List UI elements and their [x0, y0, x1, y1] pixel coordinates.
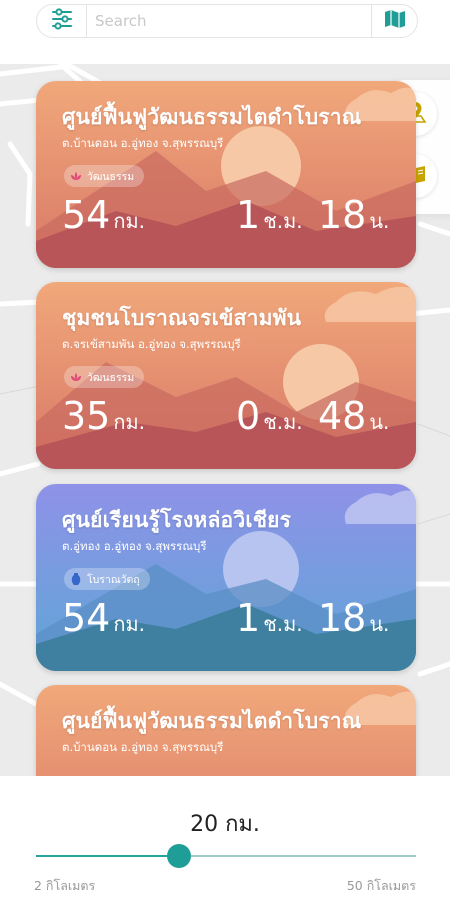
distance-value: 54 กม.	[62, 596, 146, 640]
map-view-button[interactable]	[371, 5, 417, 37]
travel-hours: 1 ช.ม.	[236, 596, 303, 640]
category-badge: โบราณวัตถุ	[64, 568, 150, 590]
slider-max-label: 50 กิโลเมตร	[346, 878, 416, 893]
card-location: ต.บ้านดอน อ.อู่ทอง จ.สุพรรณบุรี	[62, 136, 224, 150]
travel-minutes: 18 น.	[318, 193, 390, 237]
badge-label: วัฒนธรรม	[87, 170, 135, 183]
filter-button[interactable]	[37, 5, 87, 37]
place-card[interactable]: ศูนย์ฟื้นฟูวัฒนธรรมไตดำโบราณ ต.บ้านดอน อ…	[36, 81, 416, 268]
badge-label: โบราณวัตถุ	[87, 573, 140, 586]
badge-label: วัฒนธรรม	[87, 371, 135, 384]
card-location: ต.บ้านดอน อ.อู่ทอง จ.สุพรรณบุรี	[62, 740, 224, 754]
travel-minutes: 18 น.	[318, 596, 390, 640]
slider-min-label: 2 กิโลเมตร	[34, 878, 96, 893]
place-card[interactable]: ศูนย์เรียนรู้โรงหล่อวิเชียร ต.อู่ทอง อ.อ…	[36, 484, 416, 671]
search-bar	[36, 4, 418, 38]
top-bar	[0, 0, 450, 64]
distance-slider[interactable]	[36, 844, 416, 868]
travel-minutes: 48 น.	[318, 394, 390, 438]
card-title: ศูนย์ฟื้นฟูวัฒนธรรมไตดำโบราณ	[62, 105, 362, 129]
slider-fill	[36, 855, 179, 857]
sliders-icon	[50, 8, 74, 34]
distance-value: 54 กม.	[62, 193, 146, 237]
search-input[interactable]	[87, 5, 371, 37]
slider-thumb[interactable]	[166, 844, 191, 868]
distance-value: 35 กม.	[62, 394, 146, 438]
card-location: ต.จรเข้สามพัน อ.อู่ทอง จ.สุพรรณบุรี	[62, 337, 241, 351]
travel-hours: 0 ช.ม.	[236, 394, 303, 438]
card-title: ศูนย์เรียนรู้โรงหล่อวิเชียร	[62, 508, 292, 532]
vase-icon	[70, 573, 82, 585]
lotus-icon	[70, 371, 82, 383]
travel-hours: 1 ช.ม.	[236, 193, 303, 237]
radius-value-label: 20 กม.	[190, 812, 260, 837]
lotus-icon	[70, 170, 82, 182]
map-icon	[384, 9, 406, 33]
card-title: ชุมชนโบราณจรเข้สามพัน	[62, 306, 302, 330]
distance-filter-panel: 20 กม. 2 กิโลเมตร 50 กิโลเมตร	[0, 776, 450, 900]
category-badge: วัฒนธรรม	[64, 366, 145, 388]
category-badge: วัฒนธรรม	[64, 165, 145, 187]
card-title: ศูนย์ฟื้นฟูวัฒนธรรมไตดำโบราณ	[62, 709, 362, 733]
card-location: ต.อู่ทอง อ.อู่ทอง จ.สุพรรณบุรี	[62, 539, 207, 553]
place-card[interactable]: ชุมชนโบราณจรเข้สามพัน ต.จรเข้สามพัน อ.อู…	[36, 282, 416, 469]
